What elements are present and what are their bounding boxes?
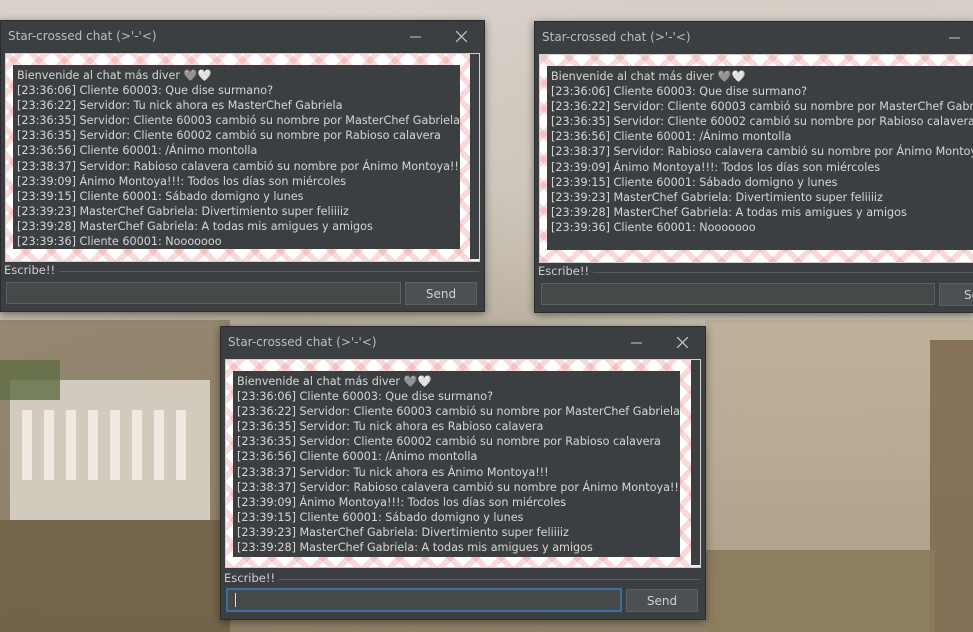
chat-message: [23:39:09] Ánimo Montoya!!!: Todos los d… — [237, 495, 567, 509]
chat-message: [23:39:15] Cliente 60001: Sábado domigno… — [237, 510, 524, 524]
close-icon[interactable] — [438, 21, 484, 51]
message-input[interactable] — [541, 283, 935, 305]
chat-window-3: Star-crossed chat (>'-'<) Bienvenide al … — [220, 326, 706, 620]
send-button[interactable]: Se — [939, 283, 973, 306]
chat-message: [23:36:35] Servidor: Cliente 60003 cambi… — [17, 114, 460, 128]
chat-message: [23:38:37] Servidor: Rabioso calavera ca… — [237, 480, 680, 494]
minimize-icon[interactable] — [934, 22, 973, 52]
window-title: Star-crossed chat (>'-'<) — [8, 29, 157, 43]
chat-message: [23:39:23] MasterChef Gabriela: Divertim… — [17, 204, 349, 218]
chat-message: [23:39:09] Ánimo Montoya!!!: Todos los d… — [17, 174, 347, 188]
title-bar[interactable]: Star-crossed chat (>'-'<) — [221, 327, 705, 357]
window-title: Star-crossed chat (>'-'<) — [228, 335, 377, 349]
divider — [59, 271, 479, 272]
chat-message: [23:36:35] Servidor: Cliente 60002 cambi… — [551, 115, 973, 129]
chat-message: [23:39:23] MasterChef Gabriela: Divertim… — [551, 190, 883, 204]
chat-message: [23:39:15] Cliente 60001: Sábado domigno… — [551, 175, 838, 189]
text-caret — [235, 593, 236, 607]
chat-message: [23:39:23] MasterChef Gabriela: Divertim… — [237, 525, 569, 539]
send-button[interactable]: Send — [405, 282, 477, 305]
scrollbar-thumb[interactable] — [691, 360, 700, 565]
chat-message: [23:38:37] Servidor: Tu nick ahora es Án… — [237, 465, 549, 479]
send-button[interactable]: Send — [626, 589, 698, 612]
chat-message: [23:38:37] Servidor: Rabioso calavera ca… — [17, 159, 460, 173]
chat-message: [23:39:28] MasterChef Gabriela: A todas … — [237, 541, 593, 555]
chat-message: Bienvenide al chat más diver 🩶🤍 — [237, 375, 432, 388]
input-label: Escribe!! — [538, 264, 590, 278]
chat-message: [23:36:35] Servidor: Cliente 60002 cambi… — [17, 129, 441, 143]
chat-message: [23:36:06] Cliente 60003: Que dise surma… — [551, 85, 808, 99]
chat-history: Bienvenide al chat más diver 🩶🤍 [23:36:0… — [233, 371, 680, 557]
chat-window-1: Star-crossed chat (>'-'<) Bienvenide al … — [0, 20, 485, 312]
chat-message: [23:36:35] Servidor: Tu nick ahora es Ra… — [237, 420, 544, 434]
chat-message: Bienvenide al chat más diver 🩶🤍 — [17, 69, 212, 82]
message-input[interactable] — [6, 282, 401, 304]
divider — [593, 272, 973, 273]
chat-message: [23:36:22] Servidor: Cliente 60003 cambi… — [237, 405, 680, 419]
chat-history-frame: Bienvenide al chat más diver 🩶🤍 [23:36:0… — [5, 53, 480, 262]
chat-message: [23:39:28] MasterChef Gabriela: A todas … — [17, 219, 373, 233]
chat-message: [23:39:28] MasterChef Gabriela: A todas … — [551, 205, 907, 219]
chat-message: [23:36:56] Cliente 60001: /Ánimo montoll… — [237, 450, 478, 464]
chat-message: [23:36:35] Servidor: Cliente 60002 cambi… — [237, 435, 661, 449]
chat-message: [23:36:06] Cliente 60003: Que dise surma… — [237, 390, 494, 404]
chat-message: [23:36:22] Servidor: Tu nick ahora es Ma… — [17, 99, 343, 113]
chat-message: [23:39:15] Cliente 60001: Sábado domigno… — [17, 189, 304, 203]
chat-message: [23:39:36] Cliente 60001: Nooooooo — [17, 235, 222, 249]
chat-history: Bienvenide al chat más diver 🩶🤍 [23:36:0… — [13, 65, 460, 249]
input-label: Escribe!! — [224, 571, 276, 585]
input-label: Escribe!! — [4, 263, 56, 277]
title-bar[interactable]: Star-crossed chat (>'-'<) — [1, 21, 484, 51]
scrollbar-thumb[interactable] — [470, 54, 479, 259]
window-title: Star-crossed chat (>'-'<) — [542, 30, 691, 44]
vertical-scrollbar[interactable] — [470, 54, 479, 261]
title-bar[interactable]: Star-crossed chat (>'-'<) — [535, 22, 973, 52]
chat-history-frame: Bienvenide al chat más diver 🩶🤍 [23:36:0… — [225, 359, 701, 568]
chat-message: [23:39:09] Ánimo Montoya!!!: Todos los d… — [551, 160, 881, 174]
minimize-icon[interactable] — [613, 327, 659, 357]
minimize-icon[interactable] — [392, 21, 438, 51]
chat-message: [23:39:36] Cliente 60001: Nooooooo — [551, 220, 756, 234]
chat-history: Bienvenide al chat más diver 🩶🤍 [23:36:0… — [547, 66, 973, 250]
chat-message: [23:36:56] Cliente 60001: /Ánimo montoll… — [551, 130, 792, 144]
chat-message: [23:36:06] Cliente 60003: Que dise surma… — [17, 84, 274, 98]
chat-history-frame: Bienvenide al chat más diver 🩶🤍 [23:36:0… — [539, 54, 973, 263]
chat-message: Bienvenide al chat más diver 🩶🤍 — [551, 70, 746, 83]
chat-message: [23:36:22] Servidor: Cliente 60003 cambi… — [551, 100, 973, 114]
chat-message: [23:36:56] Cliente 60001: /Ánimo montoll… — [17, 144, 258, 158]
chat-window-2: Star-crossed chat (>'-'<) Bienvenide al … — [534, 21, 973, 313]
chat-message: [23:38:37] Servidor: Rabioso calavera ca… — [551, 145, 973, 159]
vertical-scrollbar[interactable] — [691, 360, 700, 567]
divider — [279, 579, 699, 580]
close-icon[interactable] — [659, 327, 705, 357]
message-input[interactable] — [226, 588, 622, 612]
